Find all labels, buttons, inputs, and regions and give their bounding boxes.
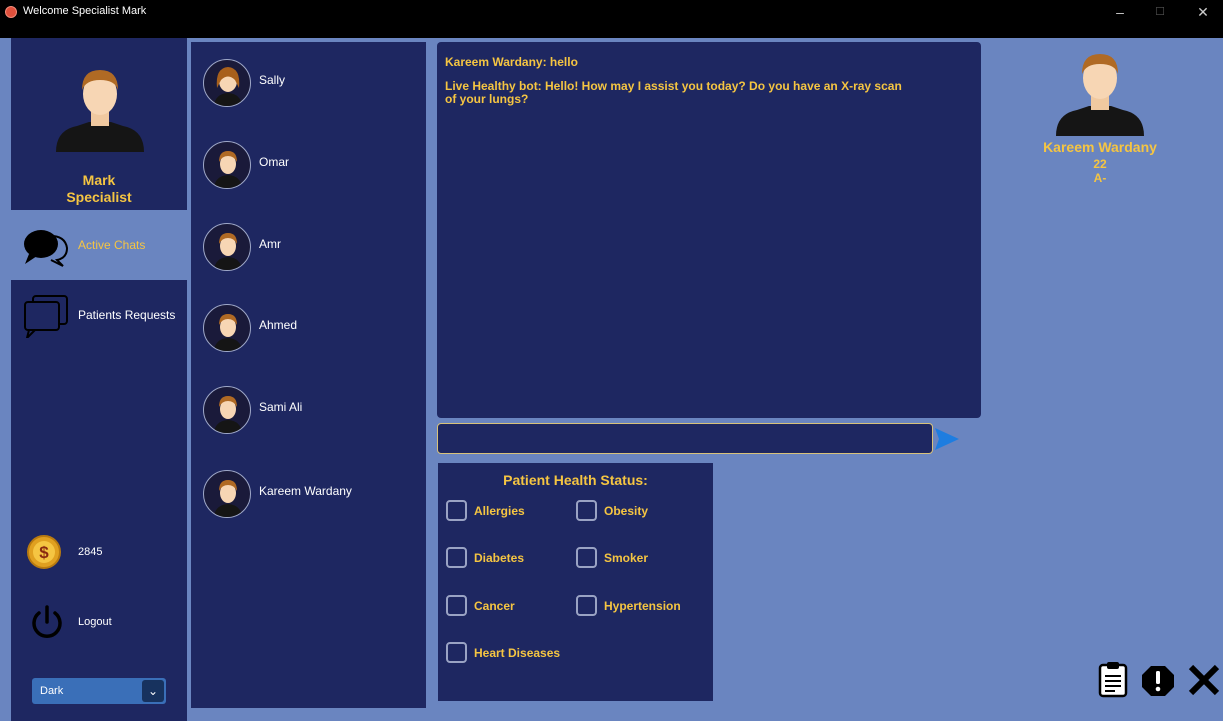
checkbox-box[interactable] (576, 547, 597, 568)
send-icon[interactable] (934, 427, 960, 451)
health-status-panel: Patient Health Status: Allergies Obesity… (438, 463, 713, 701)
title-bar: Welcome Specialist Mark – ☐ ✕ (0, 0, 1223, 38)
contact-item[interactable]: Amr (191, 219, 426, 279)
contact-list: Sally Omar Amr Ahmed Sami Ali Kareem War… (191, 42, 426, 708)
patient-card: Kareem Wardany 22 A- (1030, 42, 1170, 202)
contact-item[interactable]: Kareem Wardany (191, 466, 426, 526)
sidebar: Mark Specialist Active Chats Patients Re… (11, 38, 187, 721)
message-input[interactable] (437, 423, 933, 454)
nav-active-chats[interactable]: Active Chats (11, 210, 187, 280)
avatar-icon (203, 304, 251, 352)
health-status-title: Patient Health Status: (503, 472, 648, 488)
avatar-icon (203, 386, 251, 434)
svg-text:$: $ (39, 543, 49, 562)
chevron-down-icon[interactable]: ⌄ (142, 680, 164, 702)
contact-item[interactable]: Omar (191, 137, 426, 197)
window-title: Welcome Specialist Mark (23, 5, 147, 17)
avatar-icon (203, 223, 251, 271)
app-logo-icon (5, 6, 17, 18)
contact-item[interactable]: Sami Ali (191, 382, 426, 442)
theme-select[interactable]: Dark ⌄ (32, 678, 166, 704)
user-avatar-icon (56, 70, 144, 152)
coin-value: 2845 (78, 546, 103, 558)
contact-item[interactable]: Sally (191, 55, 426, 115)
avatar-icon (203, 470, 251, 518)
contact-item[interactable]: Ahmed (191, 300, 426, 360)
checkbox-box[interactable] (576, 595, 597, 616)
user-name: Mark Specialist (66, 172, 132, 205)
clipboard-icon[interactable] (1096, 660, 1130, 698)
patient-name: Kareem Wardany (1043, 139, 1157, 155)
patient-age: 22 (1093, 157, 1107, 171)
logout-button[interactable]: Logout (11, 600, 187, 644)
maximize-button[interactable]: ☐ (1140, 2, 1180, 22)
chat-message: Kareem Wardany: hello (445, 55, 578, 69)
theme-value: Dark (40, 685, 64, 697)
chat-bubble-icon (24, 230, 69, 267)
checkbox-box[interactable] (446, 595, 467, 616)
checkbox-box[interactable] (446, 500, 467, 521)
coin-balance: $ 2845 (11, 530, 187, 574)
nav-patients-requests[interactable]: Patients Requests (11, 280, 187, 350)
avatar-icon (203, 59, 251, 107)
chat-messages: Kareem Wardany: hello Live Healthy bot: … (437, 42, 981, 418)
close-icon[interactable] (1187, 660, 1221, 698)
power-icon (32, 605, 62, 638)
checkbox-box[interactable] (446, 642, 467, 663)
window-close-button[interactable]: ✕ (1183, 2, 1223, 22)
chat-message: Live Healthy bot: Hello! How may I assis… (445, 79, 902, 106)
dollar-coin-icon: $ (27, 535, 61, 569)
checkbox-box[interactable] (576, 500, 597, 521)
avatar-icon (203, 141, 251, 189)
minimize-button[interactable]: – (1100, 2, 1140, 22)
checkbox-box[interactable] (446, 547, 467, 568)
requests-icon (24, 295, 68, 338)
patient-avatar-icon (1056, 54, 1144, 136)
patient-blood-type: A- (1093, 171, 1107, 185)
alert-icon[interactable] (1141, 660, 1175, 698)
